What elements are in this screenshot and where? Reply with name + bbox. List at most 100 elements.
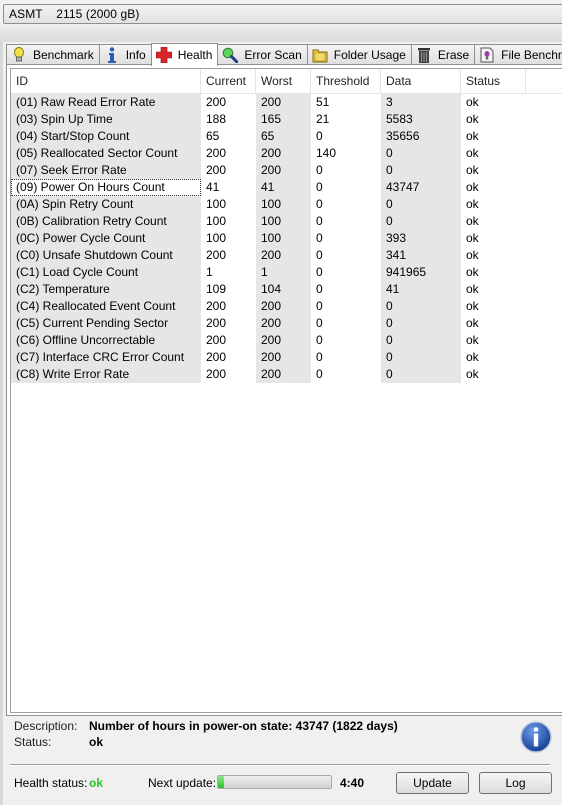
lightbulb-icon xyxy=(11,47,27,63)
threshold-value: 0 xyxy=(316,367,323,381)
table-row[interactable]: (C2) Temperature 109 104 0 41 ok xyxy=(11,281,562,298)
table-row[interactable]: (0C) Power Cycle Count 100 100 0 393 ok xyxy=(11,230,562,247)
worst-value: 41 xyxy=(256,179,311,196)
worst-value: 200 xyxy=(256,315,311,332)
drive-selector[interactable]: ASMT 2115 (2000 gB) xyxy=(3,4,562,24)
attribute-id: (C8) Write Error Rate xyxy=(11,366,201,383)
threshold-value: 0 xyxy=(316,214,323,228)
health-status-label: Health status: xyxy=(14,776,88,790)
current-value: 200 xyxy=(206,299,227,313)
current-value: 200 xyxy=(206,95,227,109)
worst-value: 1 xyxy=(256,264,311,281)
status-value: ok xyxy=(466,282,479,296)
tab-label: File Benchmark xyxy=(501,48,562,62)
health-status-value: ok xyxy=(89,776,104,790)
next-update-progress xyxy=(217,775,332,789)
attribute-id: (05) Reallocated Sector Count xyxy=(11,145,201,162)
worst-value: 65 xyxy=(256,128,311,145)
table-row[interactable]: (C1) Load Cycle Count 1 1 0 941965 ok xyxy=(11,264,562,281)
current-value: 100 xyxy=(206,214,227,228)
table-row[interactable]: (0A) Spin Retry Count 100 100 0 0 ok xyxy=(11,196,562,213)
data-value: 0 xyxy=(381,213,461,230)
threshold-value: 51 xyxy=(316,95,330,109)
table-row[interactable]: (05) Reallocated Sector Count 200 200 140 0 o… xyxy=(11,145,562,162)
status-value: ok xyxy=(466,265,479,279)
smart-attribute-list[interactable]: ID Current Worst Threshold Data Status (… xyxy=(10,68,562,713)
data-value: 5583 xyxy=(381,111,461,128)
column-header-worst[interactable]: Worst xyxy=(256,69,311,93)
table-row[interactable]: (0B) Calibration Retry Count 100 100 0 0 ok xyxy=(11,213,562,230)
attribute-id: (C4) Reallocated Event Count xyxy=(11,298,201,315)
folder-icon xyxy=(312,47,328,63)
window-left-edge xyxy=(0,42,3,805)
status-value: ok xyxy=(466,333,479,347)
description-label: Description: xyxy=(14,719,78,733)
status-value: ok xyxy=(466,95,479,109)
tab-benchmark[interactable]: Benchmark xyxy=(6,44,100,65)
attribute-id: (04) Start/Stop Count xyxy=(11,128,201,145)
column-header-threshold[interactable]: Threshold xyxy=(311,69,381,93)
table-row[interactable]: (C4) Reallocated Event Count 200 200 0 0 ok xyxy=(11,298,562,315)
table-row[interactable]: (01) Raw Read Error Rate 200 200 51 3 ok xyxy=(11,94,562,111)
current-value: 65 xyxy=(206,129,220,143)
table-row[interactable]: (09) Power On Hours Count 41 41 0 43747 ok xyxy=(11,179,562,196)
table-row[interactable]: (C7) Interface CRC Error Count 200 200 0 0 ok xyxy=(11,349,562,366)
column-header-status[interactable]: Status xyxy=(461,69,526,93)
table-row[interactable]: (07) Seek Error Rate 200 200 0 0 ok xyxy=(11,162,562,179)
current-value: 200 xyxy=(206,248,227,262)
tab-label: Info xyxy=(125,48,146,62)
status-value: ok xyxy=(89,735,104,749)
update-button[interactable]: Update xyxy=(396,772,469,794)
progress-fill xyxy=(218,776,224,788)
current-value: 109 xyxy=(206,282,227,296)
status-value: ok xyxy=(466,180,479,194)
column-header-id[interactable]: ID xyxy=(11,69,201,93)
worst-value: 200 xyxy=(256,349,311,366)
toolbar-band xyxy=(0,26,562,42)
table-row[interactable]: (03) Spin Up Time 188 165 21 5583 ok xyxy=(11,111,562,128)
table-row[interactable]: (C0) Unsafe Shutdown Count 200 200 0 341 ok xyxy=(11,247,562,264)
tab-error-scan[interactable]: Error Scan xyxy=(217,44,308,65)
threshold-value: 0 xyxy=(316,299,323,313)
status-value: ok xyxy=(466,350,479,364)
table-row[interactable]: (C8) Write Error Rate 200 200 0 0 ok xyxy=(11,366,562,383)
data-value: 0 xyxy=(381,349,461,366)
attribute-id: (01) Raw Read Error Rate xyxy=(11,94,201,111)
threshold-value: 0 xyxy=(316,180,323,194)
info-icon xyxy=(104,47,120,63)
attribute-id: (C0) Unsafe Shutdown Count xyxy=(11,247,201,264)
current-value: 200 xyxy=(206,333,227,347)
status-value: ok xyxy=(466,248,479,262)
next-update-label: Next update: xyxy=(148,776,217,790)
table-row[interactable]: (C5) Current Pending Sector 200 200 0 0 ok xyxy=(11,315,562,332)
data-value: 0 xyxy=(381,162,461,179)
tab-info[interactable]: Info xyxy=(98,44,152,65)
tab-label: Error Scan xyxy=(244,48,302,62)
tab-file-benchmark[interactable]: File Benchmark xyxy=(474,44,562,65)
data-value: 341 xyxy=(381,247,461,264)
data-value: 0 xyxy=(381,332,461,349)
data-value: 393 xyxy=(381,230,461,247)
current-value: 200 xyxy=(206,163,227,177)
magnifier-icon xyxy=(222,47,239,63)
status-value: ok xyxy=(466,299,479,313)
data-value: 3 xyxy=(381,94,461,111)
attribute-id: (C5) Current Pending Sector xyxy=(11,315,201,332)
table-row[interactable]: (04) Start/Stop Count 65 65 0 35656 ok xyxy=(11,128,562,145)
threshold-value: 21 xyxy=(316,112,330,126)
log-button[interactable]: Log xyxy=(479,772,552,794)
table-row[interactable]: (C6) Offline Uncorrectable 200 200 0 0 ok xyxy=(11,332,562,349)
status-value: ok xyxy=(466,214,479,228)
column-header-data[interactable]: Data xyxy=(381,69,461,93)
attribute-id: (C6) Offline Uncorrectable xyxy=(11,332,201,349)
tab-health[interactable]: Health xyxy=(150,43,219,66)
tab-folder-usage[interactable]: Folder Usage xyxy=(306,44,412,65)
worst-value: 100 xyxy=(256,196,311,213)
worst-value: 200 xyxy=(256,162,311,179)
threshold-value: 0 xyxy=(316,316,323,330)
threshold-value: 0 xyxy=(316,231,323,245)
tab-bar: Benchmark Info Health Error Scan Folder … xyxy=(6,43,562,66)
attribute-id: (C7) Interface CRC Error Count xyxy=(11,349,201,366)
column-header-current[interactable]: Current xyxy=(201,69,256,93)
tab-erase[interactable]: Erase xyxy=(410,44,476,65)
